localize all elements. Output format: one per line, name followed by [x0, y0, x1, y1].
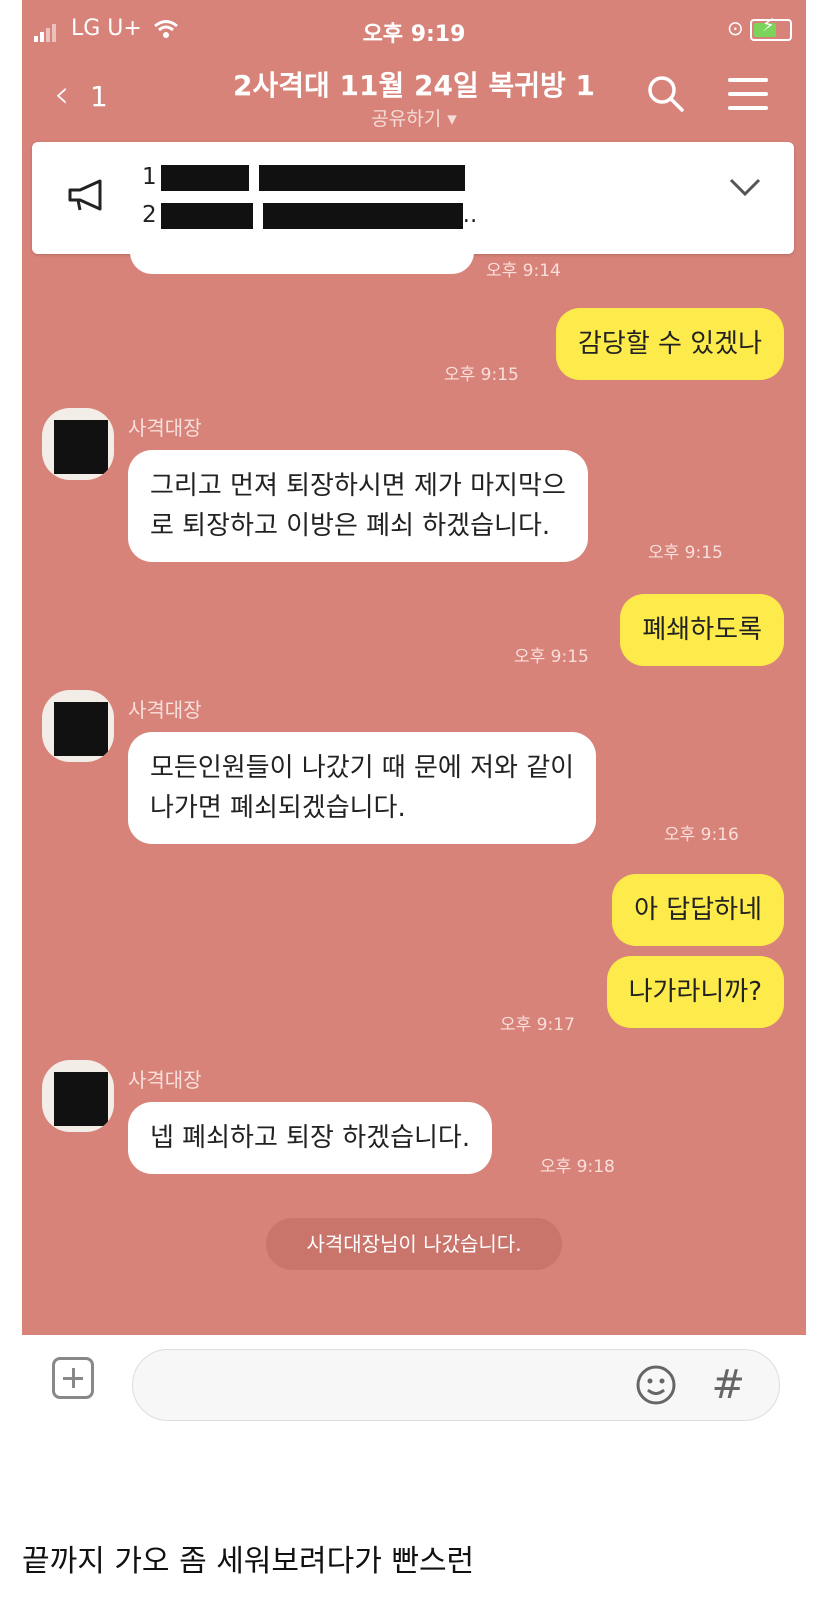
- avatar[interactable]: [42, 408, 114, 480]
- share-dropdown[interactable]: 공유하기 ▾: [22, 104, 806, 131]
- redaction-block: [160, 164, 249, 191]
- message-time: 오후 9:15: [514, 647, 589, 667]
- my-message-bubble[interactable]: 나가라니까?: [606, 956, 784, 1028]
- megaphone-icon: [68, 179, 102, 211]
- rotation-lock-icon: ⊙: [726, 16, 744, 40]
- sender-name: 사격대장: [128, 1068, 202, 1092]
- hash-icon[interactable]: #: [711, 1362, 745, 1408]
- caption: 끝까지 가오 좀 세워보려다가 빤스런: [22, 1544, 475, 1579]
- input-bar: #: [22, 1335, 806, 1427]
- message-time: 오후 9:14: [486, 261, 561, 281]
- status-time: 오후 9:19: [362, 22, 466, 47]
- redaction-block: [54, 420, 108, 474]
- my-message-bubble[interactable]: 아 답답하네: [612, 874, 784, 946]
- emoji-icon[interactable]: [635, 1364, 677, 1406]
- sender-name: 사격대장: [128, 416, 202, 440]
- redaction-block: [258, 164, 465, 191]
- message-time: 오후 9:17: [500, 1015, 575, 1035]
- redaction-block: [262, 202, 463, 229]
- their-message-bubble[interactable]: 넵 폐쇠하고 퇴장 하겠습니다.: [128, 1102, 493, 1174]
- my-message-bubble[interactable]: 감당할 수 있겠나: [556, 308, 784, 380]
- notice-line-1-prefix: 1: [142, 164, 157, 190]
- battery-icon: ⚡: [750, 15, 792, 41]
- redaction-block: [160, 202, 253, 229]
- status-bar: LG U+ 오후 9:19 ⊙ ⚡: [22, 0, 806, 58]
- avatar[interactable]: [42, 1060, 114, 1132]
- message-input[interactable]: #: [132, 1349, 780, 1421]
- redaction-block: [54, 702, 108, 756]
- notice-line-2-prefix: 2: [142, 202, 157, 228]
- message-time: 오후 9:15: [648, 543, 723, 563]
- system-message: 사격대장님이 나갔습니다.: [266, 1218, 562, 1270]
- chat-title: 2사격대 11월 24일 복귀방 1: [233, 69, 595, 102]
- status-right: ⊙ ⚡: [726, 15, 792, 41]
- message-bubble-partial: [130, 238, 474, 274]
- add-attachment-button[interactable]: [52, 1357, 94, 1399]
- sender-name: 사격대장: [128, 698, 202, 722]
- my-message-bubble[interactable]: 폐쇄하도록: [620, 594, 784, 666]
- chat-screen: LG U+ 오후 9:19 ⊙ ⚡ ‹ 1 2사격대 11월 24일 복귀방 1…: [22, 0, 806, 1335]
- message-time: 오후 9:15: [444, 365, 519, 385]
- notice-line-1: 1: [142, 164, 465, 191]
- chat-header: ‹ 1 2사격대 11월 24일 복귀방 1 공유하기 ▾: [22, 58, 806, 138]
- notice-line-2-suffix: ..: [462, 202, 478, 228]
- notice-line-2: 2..: [142, 202, 477, 229]
- message-time: 오후 9:18: [540, 1157, 615, 1177]
- avatar[interactable]: [42, 690, 114, 762]
- their-message-bubble[interactable]: 그리고 먼져 퇴장하시면 제가 마지막으 로 퇴장하고 이방은 폐쇠 하겠습니다…: [128, 450, 588, 562]
- message-time: 오후 9:16: [664, 825, 739, 845]
- search-icon[interactable]: [646, 74, 686, 114]
- their-message-bubble[interactable]: 모든인원들이 나갔기 때 문에 저와 같이 나가면 폐쇠되겠습니다.: [128, 732, 597, 844]
- menu-icon[interactable]: [728, 78, 768, 120]
- redaction-block: [54, 1072, 108, 1126]
- chevron-down-icon[interactable]: [728, 176, 762, 198]
